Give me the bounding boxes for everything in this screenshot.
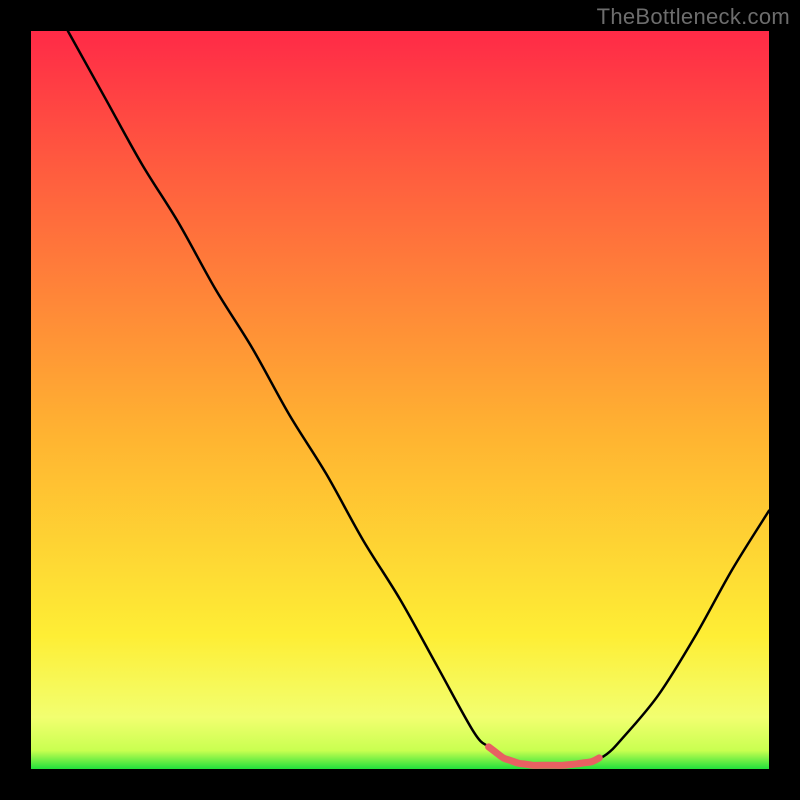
plot-background [31, 31, 769, 769]
bottleneck-chart [31, 31, 769, 769]
watermark-label: TheBottleneck.com [597, 4, 790, 30]
chart-frame: TheBottleneck.com [0, 0, 800, 800]
